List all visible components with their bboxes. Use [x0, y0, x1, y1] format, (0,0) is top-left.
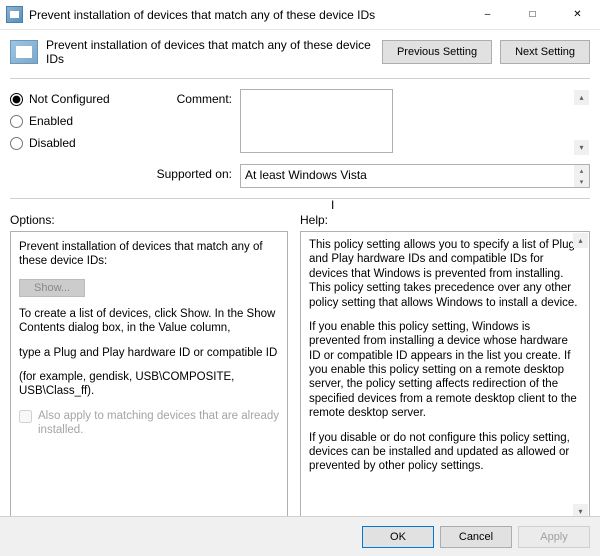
form-column: Comment: ▴ ▾ Supported on: At least Wind…	[150, 89, 590, 196]
scroll-down-icon[interactable]: ▾	[574, 176, 589, 187]
divider	[10, 198, 590, 199]
help-pane: This policy setting allows you to specif…	[300, 231, 590, 521]
scroll-up-icon[interactable]: ▴	[573, 233, 588, 248]
apply-button[interactable]: Apply	[518, 526, 590, 548]
options-pane: Prevent installation of devices that mat…	[10, 231, 288, 521]
ok-button[interactable]: OK	[362, 526, 434, 548]
options-label: Options:	[10, 213, 288, 227]
radio-disabled-input[interactable]	[10, 137, 23, 150]
policy-icon	[10, 40, 38, 64]
radio-not-configured-input[interactable]	[10, 93, 23, 106]
scroll-up-icon[interactable]: ▴	[574, 90, 589, 105]
show-button[interactable]: Show...	[19, 279, 85, 297]
supported-value: At least Windows Vista	[240, 164, 590, 188]
also-apply-checkbox-row[interactable]: Also apply to matching devices that are …	[19, 409, 279, 438]
previous-setting-button[interactable]: Previous Setting	[382, 40, 492, 64]
scroll-down-icon[interactable]: ▾	[574, 140, 589, 155]
footer: OK Cancel Apply	[0, 516, 600, 556]
help-paragraph-1: This policy setting allows you to specif…	[309, 238, 581, 310]
state-radios: Not Configured Enabled Disabled	[10, 89, 150, 196]
help-paragraph-3: If you disable or do not configure this …	[309, 431, 581, 474]
policy-title: Prevent installation of devices that mat…	[46, 38, 374, 66]
also-apply-checkbox[interactable]	[19, 410, 32, 423]
next-setting-button[interactable]: Next Setting	[500, 40, 590, 64]
minimize-button[interactable]: –	[465, 0, 510, 30]
help-paragraph-2: If you enable this policy setting, Windo…	[309, 320, 581, 421]
radio-disabled-label: Disabled	[29, 136, 76, 150]
supported-label: Supported on:	[150, 164, 240, 188]
title-bar: Prevent installation of devices that mat…	[0, 0, 600, 30]
options-intro: Prevent installation of devices that mat…	[19, 240, 279, 269]
also-apply-label: Also apply to matching devices that are …	[38, 409, 279, 438]
window-title: Prevent installation of devices that mat…	[29, 8, 465, 22]
radio-enabled-input[interactable]	[10, 115, 23, 128]
close-button[interactable]: ✕	[555, 0, 600, 30]
radio-not-configured[interactable]: Not Configured	[10, 92, 150, 106]
cancel-button[interactable]: Cancel	[440, 526, 512, 548]
options-hint-2: type a Plug and Play hardware ID or comp…	[19, 346, 279, 360]
state-section: Not Configured Enabled Disabled Comment:…	[0, 85, 600, 196]
divider	[10, 78, 590, 79]
section-labels: Options: Help:	[0, 205, 600, 231]
radio-enabled[interactable]: Enabled	[10, 114, 150, 128]
comment-label: Comment:	[150, 89, 240, 156]
header-row: Prevent installation of devices that mat…	[0, 30, 600, 76]
comment-textarea[interactable]	[240, 89, 393, 153]
scroll-up-icon[interactable]: ▴	[574, 165, 589, 176]
options-hint-3: (for example, gendisk, USB\COMPOSITE, US…	[19, 370, 279, 399]
radio-enabled-label: Enabled	[29, 114, 73, 128]
help-label: Help:	[300, 213, 328, 227]
maximize-button[interactable]: □	[510, 0, 555, 30]
options-hint-1: To create a list of devices, click Show.…	[19, 307, 279, 336]
panes: Prevent installation of devices that mat…	[0, 231, 600, 521]
radio-not-configured-label: Not Configured	[29, 92, 110, 106]
app-icon	[6, 6, 23, 23]
radio-disabled[interactable]: Disabled	[10, 136, 150, 150]
